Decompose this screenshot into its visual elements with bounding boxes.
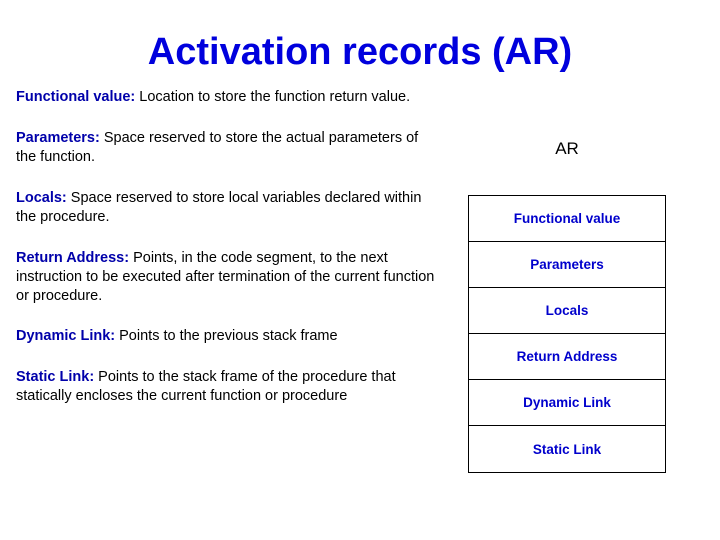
definition-item: Parameters: Space reserved to store the … <box>16 129 440 167</box>
ar-field-label: Dynamic Link <box>523 395 611 410</box>
ar-field-label: Static Link <box>532 441 602 457</box>
ar-field-return-address: Return Address <box>469 334 665 380</box>
activation-record-diagram: AR Functional value Parameters Locals Re… <box>468 138 666 473</box>
definition-body: Location to store the function return va… <box>135 89 411 105</box>
ar-field-static-link: Static Link <box>469 426 665 472</box>
definition-term: Functional value: <box>16 89 136 105</box>
definition-term: Locals: <box>16 190 67 206</box>
ar-field-functional-value: Functional value <box>469 196 665 242</box>
definition-item: Dynamic Link: Points to the previous sta… <box>16 327 440 346</box>
page-title: Activation records (AR) <box>147 31 573 73</box>
ar-field-label: Functional value <box>513 211 621 226</box>
definition-term: Return Address: <box>16 250 130 266</box>
ar-field-dynamic-link: Dynamic Link <box>469 380 665 426</box>
definitions-list: Functional value: Location to store the … <box>16 88 440 406</box>
ar-field-locals: Locals <box>469 288 665 334</box>
ar-field-label: Return Address <box>516 349 618 364</box>
definition-body: Space reserved to store local variables … <box>16 190 422 225</box>
definition-term: Dynamic Link: <box>16 328 116 344</box>
ar-field-label: Locals <box>545 303 589 318</box>
activation-record-stack: Functional value Parameters Locals Retur… <box>468 195 666 473</box>
definition-item: Locals: Space reserved to store local va… <box>16 189 440 227</box>
definition-item: Static Link: Points to the stack frame o… <box>16 368 440 406</box>
ar-field-label: Parameters <box>530 257 604 272</box>
definition-item: Return Address: Points, in the code segm… <box>16 249 440 306</box>
definition-body: Points to the previous stack frame <box>115 328 338 344</box>
definition-term: Parameters: <box>16 130 100 146</box>
definition-term: Static Link: <box>16 369 95 385</box>
definition-item: Functional value: Location to store the … <box>16 88 440 107</box>
diagram-caption: AR <box>555 139 579 158</box>
ar-field-parameters: Parameters <box>469 242 665 288</box>
